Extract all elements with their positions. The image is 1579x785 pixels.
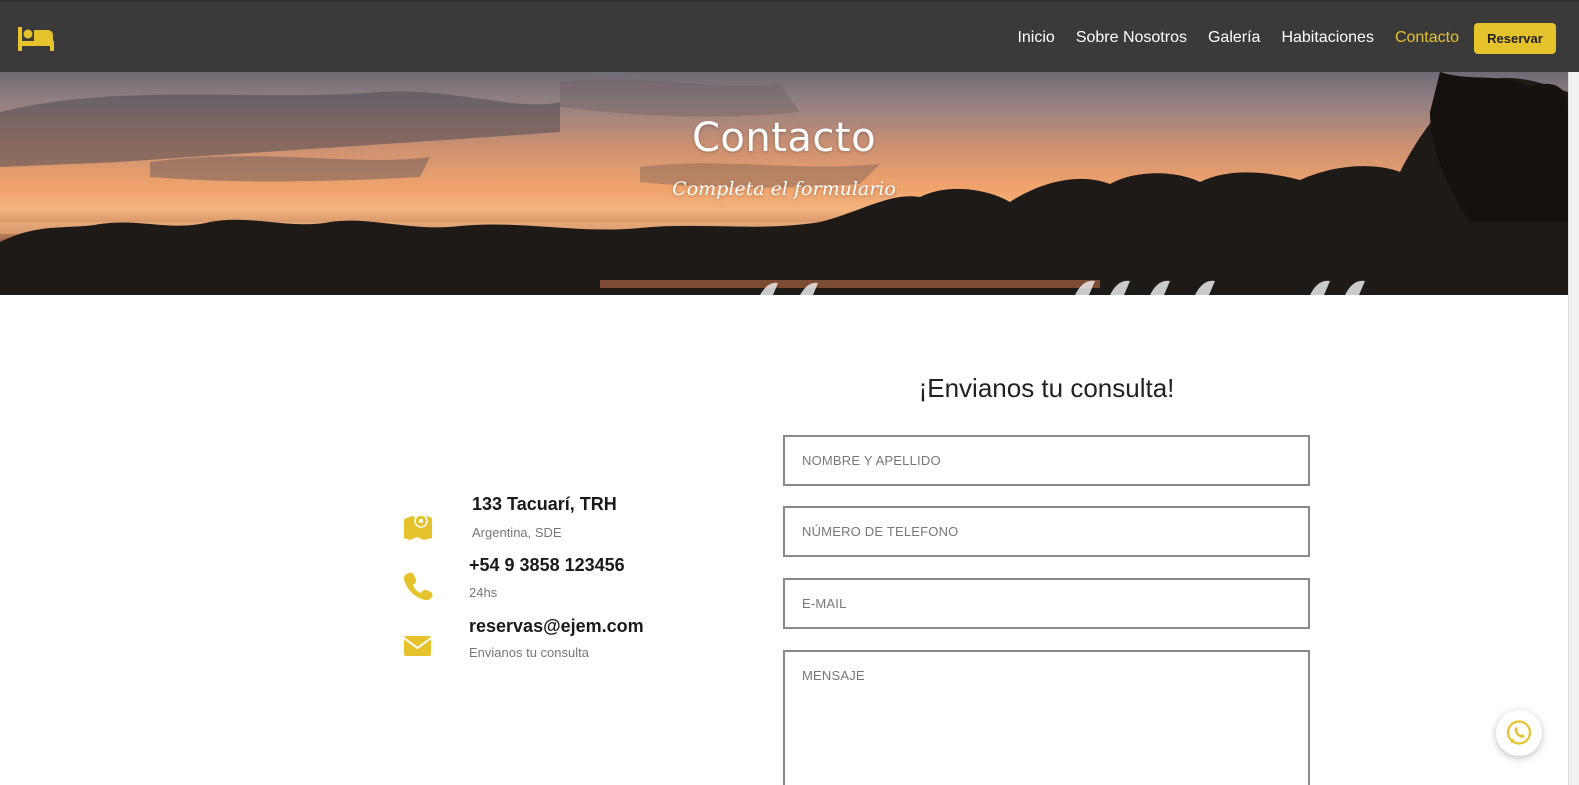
name-field[interactable]: NOMBRE Y APELLIDO bbox=[783, 435, 1310, 486]
nav-links: Inicio Sobre Nosotros Galería Habitacion… bbox=[1017, 2, 1579, 74]
bed-icon[interactable] bbox=[17, 26, 55, 52]
envelope-icon[interactable] bbox=[403, 632, 433, 662]
hero-title: Contacto bbox=[691, 115, 877, 161]
hero-subtitle: Completa el formulario bbox=[672, 178, 896, 200]
nav-link-inicio[interactable]: Inicio bbox=[1017, 29, 1054, 47]
hero-banner: Contacto Completa el formulario bbox=[0, 72, 1568, 295]
map-icon bbox=[404, 514, 432, 540]
reserve-button[interactable]: Reservar bbox=[1474, 22, 1556, 54]
whatsapp-icon bbox=[1506, 720, 1532, 745]
page-scrollbar[interactable] bbox=[1568, 72, 1579, 785]
nav-link-contacto[interactable]: Contacto bbox=[1395, 29, 1459, 47]
address-title: 133 Tacuarí, TRH bbox=[472, 494, 617, 514]
address-subtitle: Argentina, SDE bbox=[472, 525, 562, 540]
message-field[interactable]: MENSAJE bbox=[783, 650, 1310, 785]
phone-subtitle: 24hs bbox=[469, 585, 498, 600]
nav-link-habitaciones[interactable]: Habitaciones bbox=[1281, 29, 1374, 47]
phone-field[interactable]: NÚMERO DE TELEFONO bbox=[783, 506, 1310, 557]
navbar: Inicio Sobre Nosotros Galería Habitacion… bbox=[0, 0, 1579, 72]
phone-title[interactable]: +54 9 3858 123456 bbox=[469, 555, 625, 576]
nav-link-sobre-nosotros[interactable]: Sobre Nosotros bbox=[1076, 29, 1187, 47]
phone-icon[interactable] bbox=[403, 571, 433, 601]
email-field[interactable]: E-MAIL bbox=[783, 578, 1310, 629]
nav-link-galeria[interactable]: Galería bbox=[1208, 29, 1260, 47]
whatsapp-button[interactable] bbox=[1496, 710, 1542, 756]
email-title[interactable]: reservas@ejem.com bbox=[469, 616, 644, 637]
email-subtitle: Envianos tu consulta bbox=[469, 645, 589, 660]
form-heading: ¡Envianos tu consulta! bbox=[918, 373, 1175, 403]
